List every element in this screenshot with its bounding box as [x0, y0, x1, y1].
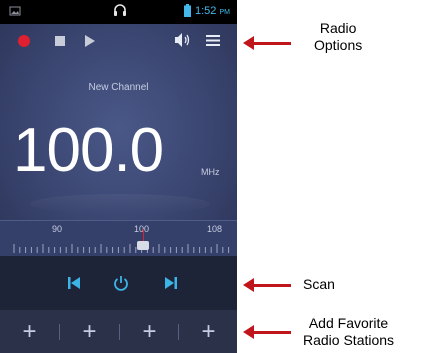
radio-app: 1:52 PM New Channel 100.0 MHz 90 100 108 [0, 0, 237, 353]
play-button[interactable] [85, 35, 95, 47]
favorites-arrow [252, 331, 291, 334]
frequency-display: 100.0 [13, 116, 164, 185]
add-favorite-button-1[interactable]: + [0, 310, 59, 353]
frequency-reflection [30, 194, 210, 214]
battery-icon [184, 4, 191, 17]
scan-bar [0, 256, 237, 310]
status-time: 1:52 PM [195, 5, 230, 17]
scan-previous-icon[interactable] [67, 276, 81, 290]
channel-name: New Channel [88, 82, 149, 93]
radio-screen: New Channel 100.0 MHz 90 100 108 [0, 24, 237, 257]
scan-next-icon[interactable] [164, 276, 178, 290]
callout-line: Options [314, 37, 363, 53]
add-favorite-button-3[interactable]: + [120, 310, 179, 353]
dial-label-90: 90 [52, 224, 63, 234]
dial-ticks [13, 244, 230, 253]
callout-line: Radio [319, 20, 357, 36]
speaker-icon[interactable] [174, 32, 192, 48]
tuning-dial[interactable]: 90 100 108 [0, 220, 237, 257]
radio-options-callout: Radio Options [314, 20, 362, 54]
image-notification-icon [9, 6, 21, 16]
callout-line: Radio Stations [303, 332, 395, 348]
record-button[interactable] [18, 35, 30, 47]
tuning-knob[interactable] [137, 241, 149, 250]
callout-line: Add Favorite [308, 315, 389, 331]
favorites-callout: Add Favorite Radio Stations [303, 315, 394, 349]
scan-arrow [252, 284, 291, 287]
radio-options-arrow [252, 42, 291, 45]
menu-icon[interactable] [206, 33, 220, 47]
favorites-bar: + + + + [0, 310, 237, 353]
add-favorite-button-2[interactable]: + [60, 310, 119, 353]
add-favorite-button-4[interactable]: + [179, 310, 237, 353]
headset-icon [114, 4, 126, 16]
status-bar: 1:52 PM [0, 0, 237, 24]
dial-label-108: 108 [207, 224, 223, 234]
power-icon[interactable] [113, 275, 129, 291]
dial-label-100: 100 [134, 224, 150, 234]
scan-callout: Scan [303, 276, 335, 292]
frequency-unit: MHz [201, 167, 220, 177]
stop-button[interactable] [55, 36, 65, 46]
